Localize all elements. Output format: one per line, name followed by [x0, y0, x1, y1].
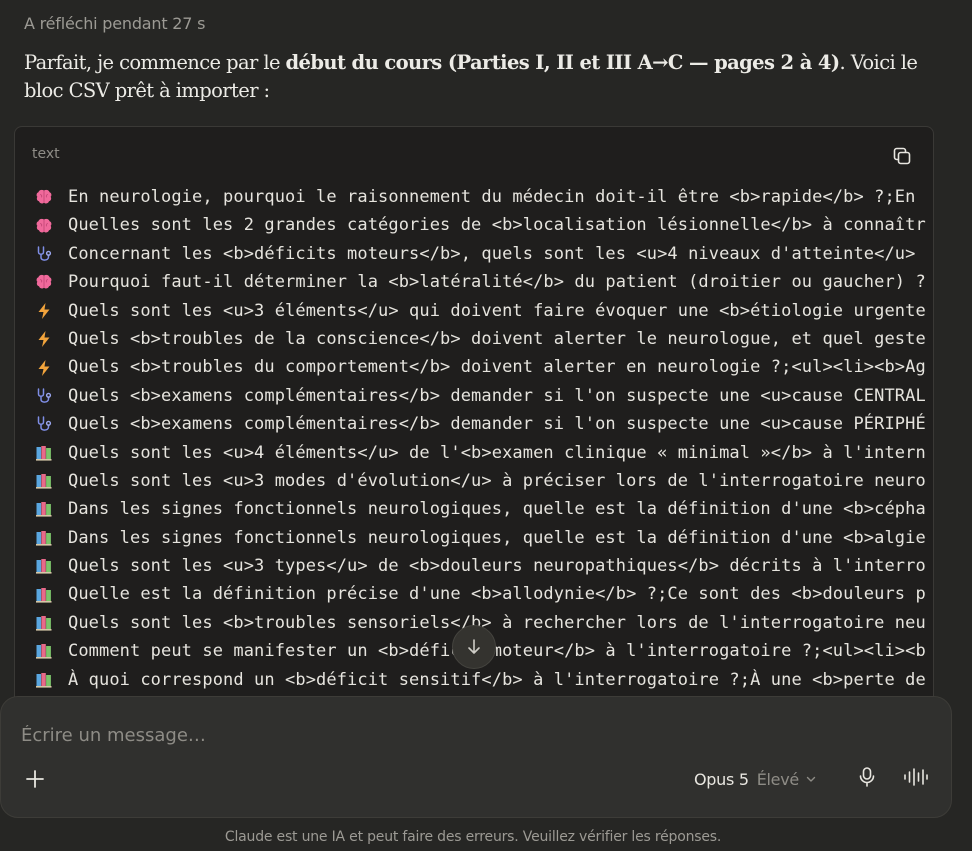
code-line: Quels <b>troubles de la conscience</b> d…: [35, 325, 933, 353]
audio-waveform-icon: [904, 768, 928, 786]
code-line-text: Quelles sont les 2 grandes catégories de…: [68, 215, 926, 236]
code-line-text: Quels sont les <b>troubles sensoriels</b…: [68, 612, 926, 633]
books-icon: [35, 500, 53, 518]
scroll-to-bottom-button[interactable]: [452, 625, 496, 669]
code-line-text: Concernant les <b>déficits moteurs</b>, …: [68, 243, 916, 264]
code-line-text: Comment peut se manifester un <b>déficit…: [68, 641, 926, 662]
lightning-icon: [35, 359, 53, 377]
code-line: Quelles sont les 2 grandes catégories de…: [35, 211, 933, 239]
code-line: Quels sont les <u>3 modes d'évolution</u…: [35, 467, 933, 495]
message-composer: Opus 5 Élevé: [0, 696, 952, 818]
plus-icon: [26, 770, 44, 788]
stethoscope-icon: [35, 245, 53, 263]
books-icon: [35, 557, 53, 575]
code-line: Dans les signes fonctionnels neurologiqu…: [35, 495, 933, 523]
code-line-text: Pourquoi faut-il déterminer la <b>latéra…: [68, 272, 926, 293]
code-line: Quels sont les <u>4 éléments</u> de l'<b…: [35, 439, 933, 467]
stethoscope-icon: [35, 415, 53, 433]
thinking-duration-label[interactable]: A réfléchi pendant 27 s: [24, 14, 205, 33]
code-line-text: Dans les signes fonctionnels neurologiqu…: [68, 499, 926, 520]
code-line-text: Quels sont les <u>3 modes d'évolution</u…: [68, 470, 926, 491]
add-attachment-button[interactable]: [23, 767, 47, 791]
brain-icon: [35, 217, 53, 235]
code-line: Pourquoi faut-il déterminer la <b>latéra…: [35, 268, 933, 296]
code-line-text: Quels sont les <u>3 éléments</u> qui doi…: [68, 300, 926, 321]
books-icon: [35, 444, 53, 462]
code-line: Quels <b>examens complémentaires</b> dem…: [35, 382, 933, 410]
code-line: À quoi correspond un <b>déficit sensitif…: [35, 666, 933, 694]
books-icon: [35, 614, 53, 632]
code-line: En neurologie, pourquoi le raisonnement …: [35, 183, 933, 211]
code-line: Dans les signes fonctionnels neurologiqu…: [35, 524, 933, 552]
intro-text-start: Parfait, je commence par le: [24, 51, 286, 74]
disclaimer-text: Claude est une IA et peut faire des erre…: [224, 829, 722, 845]
model-effort: Élevé: [756, 769, 800, 789]
lightning-icon: [35, 302, 53, 320]
copy-icon: [893, 147, 911, 165]
stethoscope-icon: [35, 387, 53, 405]
copy-button[interactable]: [889, 143, 915, 169]
code-line: Quels <b>examens complémentaires</b> dem…: [35, 410, 933, 438]
arrow-down-icon: [468, 639, 480, 654]
dictation-button[interactable]: [855, 764, 879, 790]
lightning-icon: [35, 330, 53, 348]
chevron-down-icon: [805, 773, 817, 785]
code-lines: En neurologie, pourquoi le raisonnement …: [35, 183, 933, 694]
code-line-text: À quoi correspond un <b>déficit sensitif…: [68, 669, 926, 690]
code-line: Quels <b>troubles du comportement</b> do…: [35, 353, 933, 381]
books-icon: [35, 529, 53, 547]
books-icon: [35, 586, 53, 604]
code-line: Concernant les <b>déficits moteurs</b>, …: [35, 240, 933, 268]
code-line-text: Quels <b>examens complémentaires</b> dem…: [68, 414, 926, 435]
code-line-text: Quels sont les <u>3 types</u> de <b>doul…: [68, 556, 926, 577]
code-language-label: text: [32, 146, 60, 162]
code-line-text: Quels sont les <u>4 éléments</u> de l'<b…: [68, 442, 926, 463]
brain-icon: [35, 188, 53, 206]
code-line-text: Quels <b>troubles du comportement</b> do…: [68, 357, 926, 378]
intro-text-bold: début du cours (Parties I, II et III A→C…: [285, 51, 841, 74]
message-input[interactable]: [21, 723, 621, 747]
code-line-text: Quelle est la définition précise d'une <…: [68, 584, 926, 605]
model-selector[interactable]: Opus 5 Élevé: [694, 769, 817, 789]
code-line-text: Quels <b>troubles de la conscience</b> d…: [68, 328, 926, 349]
code-line: Quelle est la définition précise d'une <…: [35, 580, 933, 608]
books-icon: [35, 472, 53, 490]
code-line-text: Dans les signes fonctionnels neurologiqu…: [68, 527, 926, 548]
code-line-text: Quels <b>examens complémentaires</b> dem…: [68, 385, 926, 406]
code-line-text: En neurologie, pourquoi le raisonnement …: [68, 187, 916, 207]
model-name: Opus 5: [694, 769, 749, 789]
microphone-icon: [859, 767, 875, 787]
code-line: Quels sont les <u>3 types</u> de <b>doul…: [35, 552, 933, 580]
voice-mode-button[interactable]: [902, 764, 930, 790]
code-line: Quels sont les <u>3 éléments</u> qui doi…: [35, 297, 933, 325]
brain-icon: [35, 273, 53, 291]
books-icon: [35, 642, 53, 660]
books-icon: [35, 671, 53, 689]
assistant-intro-text: Parfait, je commence par le début du cou…: [24, 49, 924, 105]
